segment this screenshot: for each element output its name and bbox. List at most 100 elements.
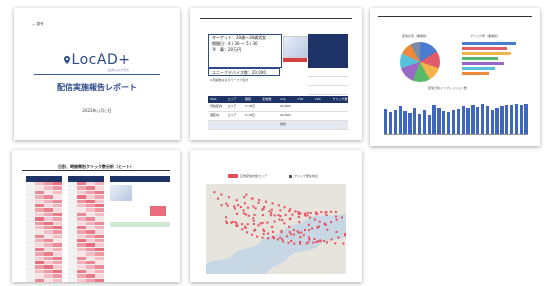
- col-header: クリック数: [332, 97, 348, 101]
- heatmap-cell: [44, 247, 53, 252]
- heatmap-cell: [35, 247, 44, 252]
- click-point: [292, 233, 295, 236]
- heatmap-cell: [26, 190, 35, 195]
- heatmap-cell: [35, 199, 44, 203]
- click-point: [302, 234, 305, 237]
- click-point: [254, 207, 257, 210]
- cell: [243, 121, 261, 129]
- cell: [331, 103, 349, 111]
- click-point: [317, 240, 320, 243]
- vbar: [388, 112, 393, 134]
- vbar: [437, 108, 441, 134]
- heatmap-cell: [26, 225, 35, 230]
- heatmap-cell: [53, 199, 62, 203]
- heatmap-cell: [53, 274, 62, 278]
- slide-thumbnail-map[interactable]: 広告配信対象エリア クリック発生地点: [190, 150, 362, 282]
- heatmap-cell: [44, 195, 53, 199]
- map-graphic: [206, 184, 346, 274]
- click-point: [265, 200, 267, 203]
- heatmap-cell: [35, 256, 44, 261]
- heatmap-cell: [77, 256, 86, 261]
- heatmap-table-right: [68, 176, 104, 282]
- heatmap-cell: [95, 278, 104, 282]
- vbar: [495, 108, 499, 134]
- click-point: [241, 228, 244, 231]
- click-point: [294, 210, 297, 213]
- click-point: [297, 216, 300, 218]
- heatmap-cell: [77, 212, 86, 217]
- click-point: [220, 193, 223, 196]
- heatmap-cell: [77, 230, 86, 234]
- header-rule: [22, 170, 170, 171]
- click-point: [330, 210, 333, 213]
- heatmap-cell: [26, 274, 35, 278]
- click-point: [319, 240, 322, 243]
- cell: [331, 121, 349, 129]
- cell: [261, 121, 279, 129]
- slide-thumbnail-heatmap[interactable]: 日別、時間帯別クリック数分析（ヒート）: [12, 150, 180, 282]
- click-point: [330, 238, 333, 241]
- click-point: [281, 238, 284, 241]
- click-point: [226, 204, 229, 207]
- click-point: [285, 235, 288, 238]
- heatmap-cell: [44, 252, 53, 256]
- click-point: [225, 202, 228, 205]
- heatmap-cell: [35, 186, 44, 190]
- heatmap-cell: [86, 269, 95, 274]
- heatmap-cell: [35, 208, 44, 212]
- click-point: [309, 216, 312, 219]
- heatmap-cell: [95, 234, 104, 239]
- click-point: [300, 231, 303, 234]
- heatmap-cell: [44, 274, 53, 278]
- heatmap-cell: [95, 269, 104, 274]
- heatmap-cell: [86, 225, 95, 230]
- hbar-caption: クリック率（業種別）: [470, 34, 501, 38]
- heatmap-cell: [53, 269, 62, 274]
- heatmap-cell: [68, 208, 77, 212]
- header-rule: [200, 18, 352, 19]
- click-point: [266, 221, 269, 224]
- click-point: [297, 211, 300, 213]
- heatmap-cell: [77, 221, 86, 225]
- click-point: [289, 217, 292, 220]
- cell: [313, 121, 331, 129]
- heatmap-cell: [95, 212, 104, 217]
- heatmap-cell: [35, 217, 44, 221]
- cell: [261, 112, 279, 120]
- vbar: [442, 110, 446, 134]
- heatmap-cell: [68, 203, 77, 208]
- click-point: [213, 191, 216, 194]
- vbar: [490, 110, 494, 134]
- click-point: [291, 213, 294, 216]
- click-point: [245, 193, 248, 196]
- heatmap-cell: [95, 225, 104, 230]
- heatmap-cell: [95, 261, 104, 265]
- heatmap-cell: [35, 252, 44, 256]
- vbar: [451, 110, 456, 134]
- heatmap-cell: [35, 230, 44, 234]
- heatmap-cell: [26, 269, 35, 274]
- click-point: [288, 225, 291, 228]
- click-point: [324, 211, 327, 214]
- heatmap-cell: [44, 203, 53, 208]
- heatmap-cell: [86, 243, 95, 247]
- click-point: [252, 205, 255, 208]
- slide-thumbnail-cover[interactable]: ― 屋号 LocAD+ ロカッドプラス 配信実施報告レポート 2023年○月○日: [14, 8, 180, 140]
- heatmap-cell: [44, 256, 53, 261]
- vbar: [417, 114, 422, 134]
- heatmap-cell: [44, 261, 53, 265]
- click-point: [234, 207, 237, 210]
- hbar: [462, 72, 489, 75]
- heatmap-cell: [44, 221, 53, 225]
- click-point: [326, 228, 329, 231]
- click-point: [235, 199, 238, 202]
- click-point: [246, 223, 249, 226]
- slide-thumbnail-summary[interactable]: ターゲット：20歳〜30歳男女 期間日：4 / 30 〜 5 / 30 予 算：…: [190, 8, 362, 140]
- click-point: [330, 221, 333, 224]
- heatmap-cell: [77, 199, 86, 203]
- summary-row: [308, 77, 348, 86]
- slide-thumbnail-charts[interactable]: 配信比率（業種別） クリック率（業種別） 配信日別インプレッション数: [370, 8, 540, 146]
- hbar: [462, 52, 512, 55]
- click-point: [277, 214, 280, 217]
- click-point: [268, 210, 271, 213]
